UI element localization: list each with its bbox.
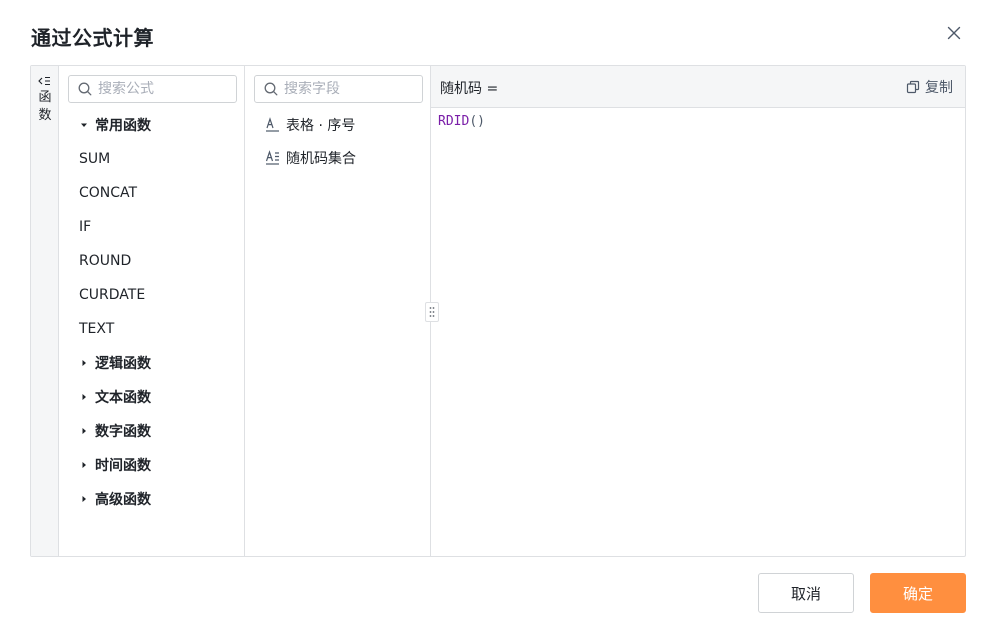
function-item[interactable]: CONCAT [59,176,244,210]
formula-editor: 随机码 = 复制 RDID() [431,66,965,556]
function-item[interactable]: SUM [59,142,244,176]
copy-icon [906,80,920,94]
function-group-number[interactable]: 数字函数 [59,414,244,448]
search-icon [78,82,92,96]
field-item[interactable]: 表格 · 序号 [245,108,430,141]
function-group-logic[interactable]: 逻辑函数 [59,346,244,380]
close-button[interactable] [944,23,964,43]
function-group-label: 逻辑函数 [95,356,151,372]
function-list: 常用函数 SUM CONCAT IF ROUND CURDATE TEXT 逻辑… [59,108,244,516]
field-item-label: 随机码集合 [286,150,356,167]
formula-arguments: () [469,114,485,129]
caret-right-icon [79,494,89,504]
function-rail: 函数 [31,66,59,556]
function-group-label: 高级函数 [95,492,151,508]
caret-down-icon [79,120,89,130]
function-group-label: 数字函数 [95,424,151,440]
function-item[interactable]: ROUND [59,244,244,278]
dialog-title: 通过公式计算 [31,26,154,50]
caret-right-icon [79,358,89,368]
caret-right-icon [79,460,89,470]
copy-label: 复制 [925,80,953,96]
function-item[interactable]: TEXT [59,312,244,346]
search-icon [264,82,278,96]
formula-input[interactable]: RDID() [431,108,965,556]
caret-right-icon [79,392,89,402]
field-item-label: 表格 · 序号 [286,117,356,134]
field-column: 表格 · 序号 随机码集合 [245,66,431,556]
field-item[interactable]: 随机码集合 [245,141,430,174]
caret-right-icon [79,426,89,436]
editor-header: 随机码 = 复制 [431,66,965,108]
toggle-function-panel-button[interactable]: 函数 [31,76,59,125]
function-search [68,75,237,103]
cancel-button[interactable]: 取消 [758,573,854,613]
formula-function-name: RDID [438,114,470,129]
copy-button[interactable]: 复制 [906,77,953,97]
collapse-menu-icon [38,76,50,86]
close-icon [947,26,961,40]
field-list: 表格 · 序号 随机码集合 [245,108,430,174]
confirm-button[interactable]: 确定 [870,573,966,613]
field-search-input[interactable] [284,81,414,97]
text-list-field-icon [265,149,280,166]
formula-dialog: 通过公式计算 函数 搜索公式 常用函数 SUM CONCAT IF ROUND … [0,0,990,635]
function-item[interactable]: IF [59,210,244,244]
rail-label: 函数 [38,90,52,123]
function-group-label: 常用函数 [95,118,151,134]
text-field-icon [265,116,280,133]
function-group-advanced[interactable]: 高级函数 [59,482,244,516]
formula-code: RDID() [438,114,485,129]
function-group-label: 文本函数 [95,390,151,406]
field-search [254,75,423,103]
function-group-common[interactable]: 常用函数 [59,108,244,142]
function-column: 常用函数 SUM CONCAT IF ROUND CURDATE TEXT 逻辑… [59,66,245,556]
target-field-label: 随机码 = [440,81,499,97]
formula-panel: 函数 常用函数 SUM CONCAT [30,65,966,557]
function-group-label: 时间函数 [95,458,151,474]
function-search-input[interactable] [98,81,228,97]
function-group-time[interactable]: 时间函数 [59,448,244,482]
function-item[interactable]: CURDATE [59,278,244,312]
function-group-text[interactable]: 文本函数 [59,380,244,414]
